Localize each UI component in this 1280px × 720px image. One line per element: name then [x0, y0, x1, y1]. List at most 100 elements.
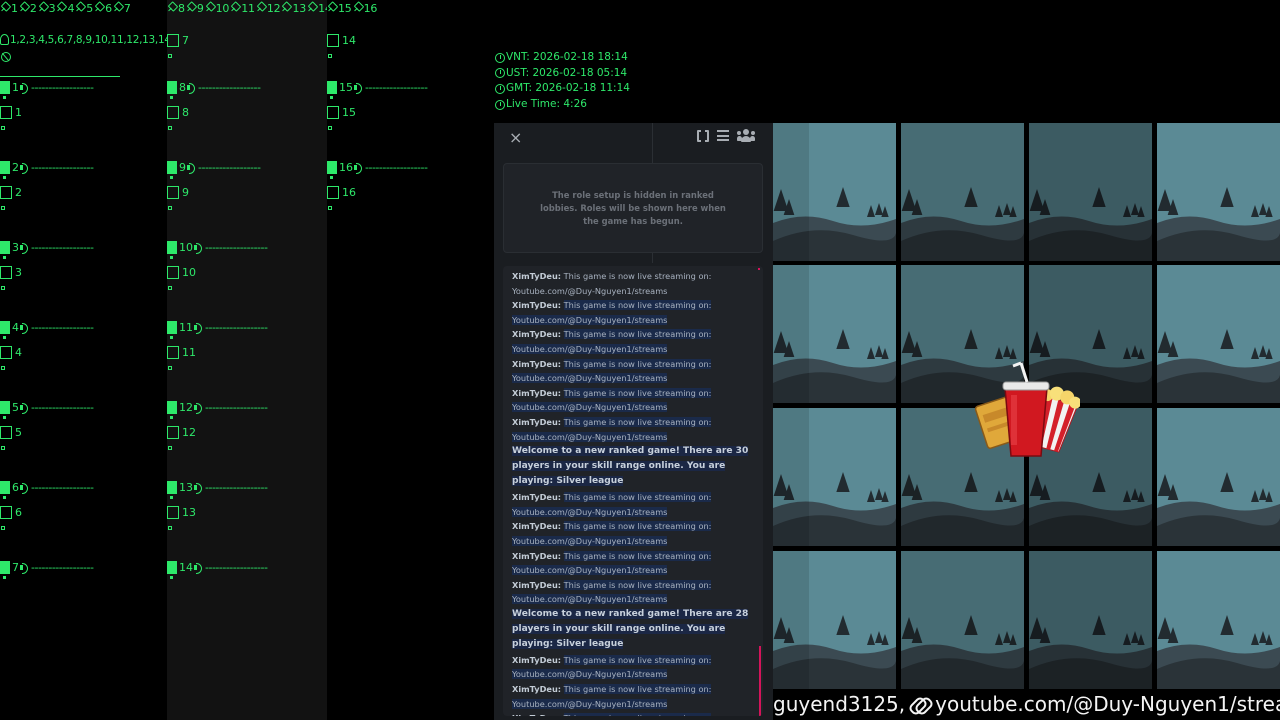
checkbox[interactable] [167, 426, 179, 439]
player-slot[interactable]: 8 ------------------ 8 [167, 81, 327, 161]
slot-dashes: ------------------ [31, 81, 94, 94]
player-card[interactable] [1029, 551, 1152, 689]
pin-item[interactable]: 16 [353, 2, 378, 15]
speaker-icon[interactable] [194, 323, 203, 334]
player-slot[interactable]: 2 ------------------ 2 [0, 161, 160, 241]
player-card[interactable] [901, 123, 1024, 261]
speaker-icon[interactable] [20, 563, 29, 574]
chat-scrollbar[interactable] [759, 646, 761, 716]
speaker-icon[interactable] [20, 323, 29, 334]
player-slot[interactable]: 9 ------------------ 9 [167, 161, 327, 241]
player-slot[interactable]: 5 ------------------ 5 [0, 401, 160, 481]
speaker-icon[interactable] [20, 163, 29, 174]
chat-log[interactable]: XimTyDeu: This game is now live streamin… [503, 266, 763, 716]
pin-item[interactable]: 12 [256, 2, 281, 15]
overlay-column-1: 1234567 1,2,3,4,5,6,7,8,9,10,11,12,13,14… [0, 0, 203, 720]
pin-item[interactable]: 6 [94, 2, 112, 15]
marker [170, 256, 173, 259]
speaker-icon[interactable] [187, 163, 196, 174]
slot-dashes: ------------------ [31, 561, 94, 574]
player-card[interactable] [1157, 123, 1280, 261]
checkbox[interactable] [0, 346, 12, 359]
checkbox[interactable] [327, 106, 339, 119]
marker [758, 268, 760, 270]
pin-item[interactable]: 8 [167, 2, 185, 15]
speaker-icon[interactable] [187, 83, 196, 94]
system-message: Welcome to a new ranked game! There are … [512, 444, 763, 489]
checkbox[interactable] [0, 186, 12, 199]
pin-item[interactable]: 10 [205, 2, 230, 15]
pin-item[interactable]: 3 [38, 2, 56, 15]
speaker-icon[interactable] [194, 563, 203, 574]
checkbox[interactable] [0, 266, 12, 279]
player-slot[interactable]: 11 ------------------ 11 [167, 321, 327, 401]
speaker-icon[interactable] [354, 83, 363, 94]
pin-item[interactable]: 4 [56, 2, 74, 15]
chat-message: XimTyDeu: This game is now live streamin… [512, 682, 763, 711]
expand-icon[interactable] [697, 128, 709, 143]
speaker-icon[interactable] [194, 403, 203, 414]
slot-number: 7 [12, 561, 19, 574]
player-card[interactable] [773, 408, 896, 546]
mute-icon[interactable] [1, 52, 11, 62]
player-card[interactable] [1029, 123, 1152, 261]
slot-header: 12 ------------------ [167, 401, 268, 414]
player-card[interactable] [1157, 551, 1280, 689]
player-card[interactable] [901, 551, 1024, 689]
checkbox[interactable] [327, 186, 339, 199]
speaker-icon[interactable] [194, 243, 203, 254]
card-shade [773, 551, 809, 689]
speaker-icon[interactable] [20, 243, 29, 254]
slot-number: 5 [12, 401, 19, 414]
player-slot[interactable]: 16 ------------------ 16 [327, 161, 487, 241]
player-slot[interactable]: 15 ------------------ 15 [327, 81, 487, 161]
pin-item[interactable]: 15 [327, 2, 352, 15]
player-card[interactable] [1157, 408, 1280, 546]
checkbox[interactable] [167, 106, 179, 119]
player-card[interactable] [773, 123, 896, 261]
marker [3, 496, 6, 499]
player-slot[interactable]: 14 ------------------ [167, 561, 327, 641]
speaker-icon[interactable] [354, 163, 363, 174]
pin-item[interactable]: 2 [19, 2, 37, 15]
pin-label: 5 [86, 2, 94, 15]
pin-item[interactable]: 9 [186, 2, 204, 15]
checkbox[interactable] [167, 346, 179, 359]
pin-item[interactable]: 1 [0, 2, 18, 15]
pin-item[interactable]: 5 [75, 2, 93, 15]
close-icon[interactable]: × [509, 128, 522, 147]
checkbox[interactable] [0, 426, 12, 439]
slot-sub-label: 6 [15, 506, 22, 519]
speaker-icon[interactable] [194, 483, 203, 494]
list-icon[interactable] [717, 130, 729, 141]
player-slot[interactable]: 4 ------------------ 4 [0, 321, 160, 401]
player-slot[interactable]: 13 ------------------ 13 [167, 481, 327, 561]
people-icon[interactable] [737, 129, 755, 142]
player-slot[interactable]: 6 ------------------ 6 [0, 481, 160, 561]
checkbox[interactable] [0, 506, 12, 519]
marker [3, 176, 6, 179]
checkbox[interactable] [0, 106, 12, 119]
player-slot[interactable]: 1 ------------------ 1 [0, 81, 160, 161]
player-card[interactable] [1157, 265, 1280, 403]
pin-item[interactable]: 7 [113, 2, 131, 15]
player-slot[interactable]: 12 ------------------ 12 [167, 401, 327, 481]
player-card[interactable] [773, 551, 896, 689]
speaker-icon[interactable] [20, 83, 29, 94]
slot-number: 13 [179, 481, 193, 494]
checkbox[interactable] [167, 34, 179, 47]
checkbox[interactable] [167, 266, 179, 279]
speaker-icon[interactable] [20, 403, 29, 414]
player-slot[interactable]: 3 ------------------ 3 [0, 241, 160, 321]
role-setup-notice: The role setup is hidden in ranked lobbi… [503, 163, 763, 253]
player-slot[interactable]: 7 ------------------ [0, 561, 160, 641]
speaker-icon[interactable] [20, 483, 29, 494]
checkbox[interactable] [167, 506, 179, 519]
player-card[interactable] [773, 265, 896, 403]
checkbox[interactable] [167, 186, 179, 199]
pin-item[interactable]: 13 [281, 2, 306, 15]
player-slot[interactable]: 10 ------------------ 10 [167, 241, 327, 321]
checkbox[interactable] [327, 34, 339, 47]
marker [168, 366, 172, 370]
pin-item[interactable]: 11 [230, 2, 255, 15]
